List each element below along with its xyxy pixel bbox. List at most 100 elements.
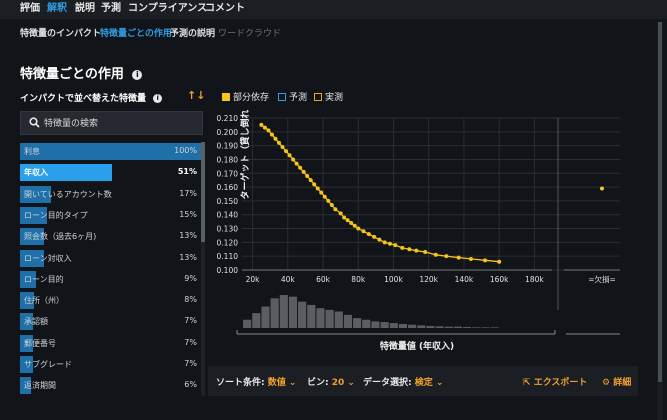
data-point <box>387 241 392 246</box>
legend-actual-label: 実測 <box>325 93 344 103</box>
data-select-control[interactable]: データ選択: 検定 ⌄ <box>363 375 443 388</box>
search-icon <box>29 117 40 128</box>
data-point <box>382 240 387 245</box>
page-scrollbar[interactable] <box>657 22 663 420</box>
x-tick-label: 120k <box>419 275 438 284</box>
y-tick-label: 0.180 <box>217 155 239 164</box>
tab-feature-effects[interactable]: 特徴量ごとの作用 <box>100 26 172 39</box>
feature-list-item[interactable]: 利息 100% <box>20 142 201 161</box>
feature-name: 承認額 <box>24 317 48 327</box>
legend-predicted[interactable]: 予測 <box>278 90 307 103</box>
data-point <box>287 153 292 158</box>
y-tick-label: 0.160 <box>217 183 239 192</box>
histogram-bar <box>307 304 316 328</box>
data-point <box>338 211 343 216</box>
data-point <box>280 145 285 150</box>
data-point <box>298 165 303 170</box>
histogram-bar <box>426 326 435 328</box>
y-tick-label: 0.100 <box>217 266 239 275</box>
feature-list-item[interactable]: 返済期間 6% <box>20 376 201 395</box>
sort-arrows-icon[interactable]: ↑↓ <box>187 89 205 102</box>
feature-list-scrollbar[interactable] <box>201 142 205 396</box>
feature-list-item[interactable]: 住所（州） 8% <box>20 291 201 310</box>
feature-impact-pct: 100% <box>174 146 197 155</box>
detail-button[interactable]: ⚙ 詳細 <box>602 375 631 388</box>
feature-list-item[interactable]: サブグレード 7% <box>20 355 201 374</box>
feature-impact-pct: 15% <box>179 209 197 219</box>
chevron-down-icon: ⌄ <box>347 378 355 388</box>
data-point <box>326 198 331 203</box>
feature-name: 返済期間 <box>24 381 56 391</box>
y-tick-label: 0.130 <box>217 225 239 234</box>
histogram-bar <box>270 298 279 328</box>
tab-evaluation[interactable]: 評価 <box>20 0 40 19</box>
data-point <box>393 243 398 248</box>
gear-icon: ⚙ <box>602 378 611 388</box>
tab-interpretation[interactable]: 解釈 <box>47 0 67 19</box>
search-input[interactable] <box>42 115 196 133</box>
export-button[interactable]: ⇱ エクスポート <box>523 375 587 388</box>
data-point <box>349 221 354 226</box>
legend-partial-label: 部分依存 <box>233 93 270 103</box>
data-point <box>262 125 267 130</box>
data-point <box>407 247 412 252</box>
x-axis-label: 特徴量値 (年収入) <box>380 340 454 352</box>
sort-control[interactable]: ソート条件: 数値 ⌄ <box>216 375 296 388</box>
page-scrollbar-thumb[interactable] <box>658 22 662 382</box>
x-tick-label: 40k <box>281 275 296 284</box>
sort-label-text: インパクトで並べ替えた特徴量 <box>20 94 147 104</box>
tab-compliance[interactable]: コンプライアンス <box>128 0 207 19</box>
histogram-bar <box>490 327 499 328</box>
feature-list-item[interactable]: ローン目的タイプ 15% <box>20 206 201 225</box>
feature-search[interactable] <box>20 111 203 135</box>
feature-impact-pct: 7% <box>184 337 197 347</box>
feature-name: サブグレード <box>24 360 72 369</box>
missing-data-point <box>600 186 604 191</box>
data-point <box>456 255 461 260</box>
y-tick-label: 0.120 <box>217 238 239 247</box>
detail-label: 詳細 <box>613 378 632 388</box>
feature-list-item[interactable]: 年収入 51% <box>20 163 201 182</box>
feature-list: 利息 100% 年収入 51% 開いているアカウント数 17% ローン目的タイプ 15% 照会数… <box>20 142 201 396</box>
data-point <box>423 250 428 255</box>
legend-predicted-label: 予測 <box>289 93 308 103</box>
feature-name: 年収入 <box>24 168 48 178</box>
feature-name: 利息 <box>24 147 40 156</box>
feature-list-item[interactable]: ローン目的 9% <box>20 270 201 289</box>
data-point <box>444 254 449 259</box>
tab-prediction[interactable]: 予測 <box>101 0 121 19</box>
info-icon[interactable]: i <box>153 94 163 103</box>
bin-control[interactable]: ビン: 20 ⌄ <box>307 375 355 388</box>
data-point <box>377 237 382 242</box>
checkbox-icon[interactable] <box>278 93 286 101</box>
checkbox-checked-icon[interactable] <box>222 93 230 101</box>
feature-impact-pct: 7% <box>184 359 197 368</box>
feature-name: ローン目的タイプ <box>24 210 88 220</box>
feature-list-item[interactable]: 照会数（過去6ヶ月) 13% <box>20 227 201 246</box>
feature-list-item[interactable]: ローン対収入 13% <box>20 249 201 268</box>
chart-svg: 0.100 0.110 0.120 0.130 0.140 0.150 0.160 0.170… <box>217 100 620 352</box>
y-tick-label: 0.110 <box>217 252 239 261</box>
legend-actual[interactable]: 実測 <box>314 90 343 103</box>
x-tick-label: 140k <box>455 275 474 284</box>
checkbox-icon[interactable] <box>314 93 322 101</box>
info-icon[interactable]: i <box>132 69 143 80</box>
tab-explanation[interactable]: 説明 <box>75 0 95 19</box>
page-title-text: 特徴量ごとの作用 <box>20 67 124 82</box>
y-tick-label: 0.210 <box>217 114 239 123</box>
tab-word-cloud[interactable]: ワードクラウド <box>218 26 281 39</box>
feature-list-item[interactable]: 開いているアカウント数 17% <box>20 185 201 204</box>
feature-impact-pct: 6% <box>184 380 197 390</box>
data-point <box>433 252 438 257</box>
y-tick-label: 0.170 <box>217 169 239 178</box>
scrollbar-thumb[interactable] <box>201 142 205 242</box>
tab-feature-impact[interactable]: 特徴量のインパクト <box>20 26 101 39</box>
data-point <box>312 182 317 187</box>
legend-partial[interactable]: 部分依存 <box>222 90 269 103</box>
feature-impact-pct: 17% <box>179 188 197 198</box>
feature-list-item[interactable]: 承認額 7% <box>20 312 201 331</box>
data-point <box>468 256 473 261</box>
tab-comments[interactable]: コメント <box>205 0 245 19</box>
tab-prediction-explanations[interactable]: 予測の説明 <box>170 26 215 39</box>
feature-list-item[interactable]: 郵便番号 7% <box>20 334 201 353</box>
